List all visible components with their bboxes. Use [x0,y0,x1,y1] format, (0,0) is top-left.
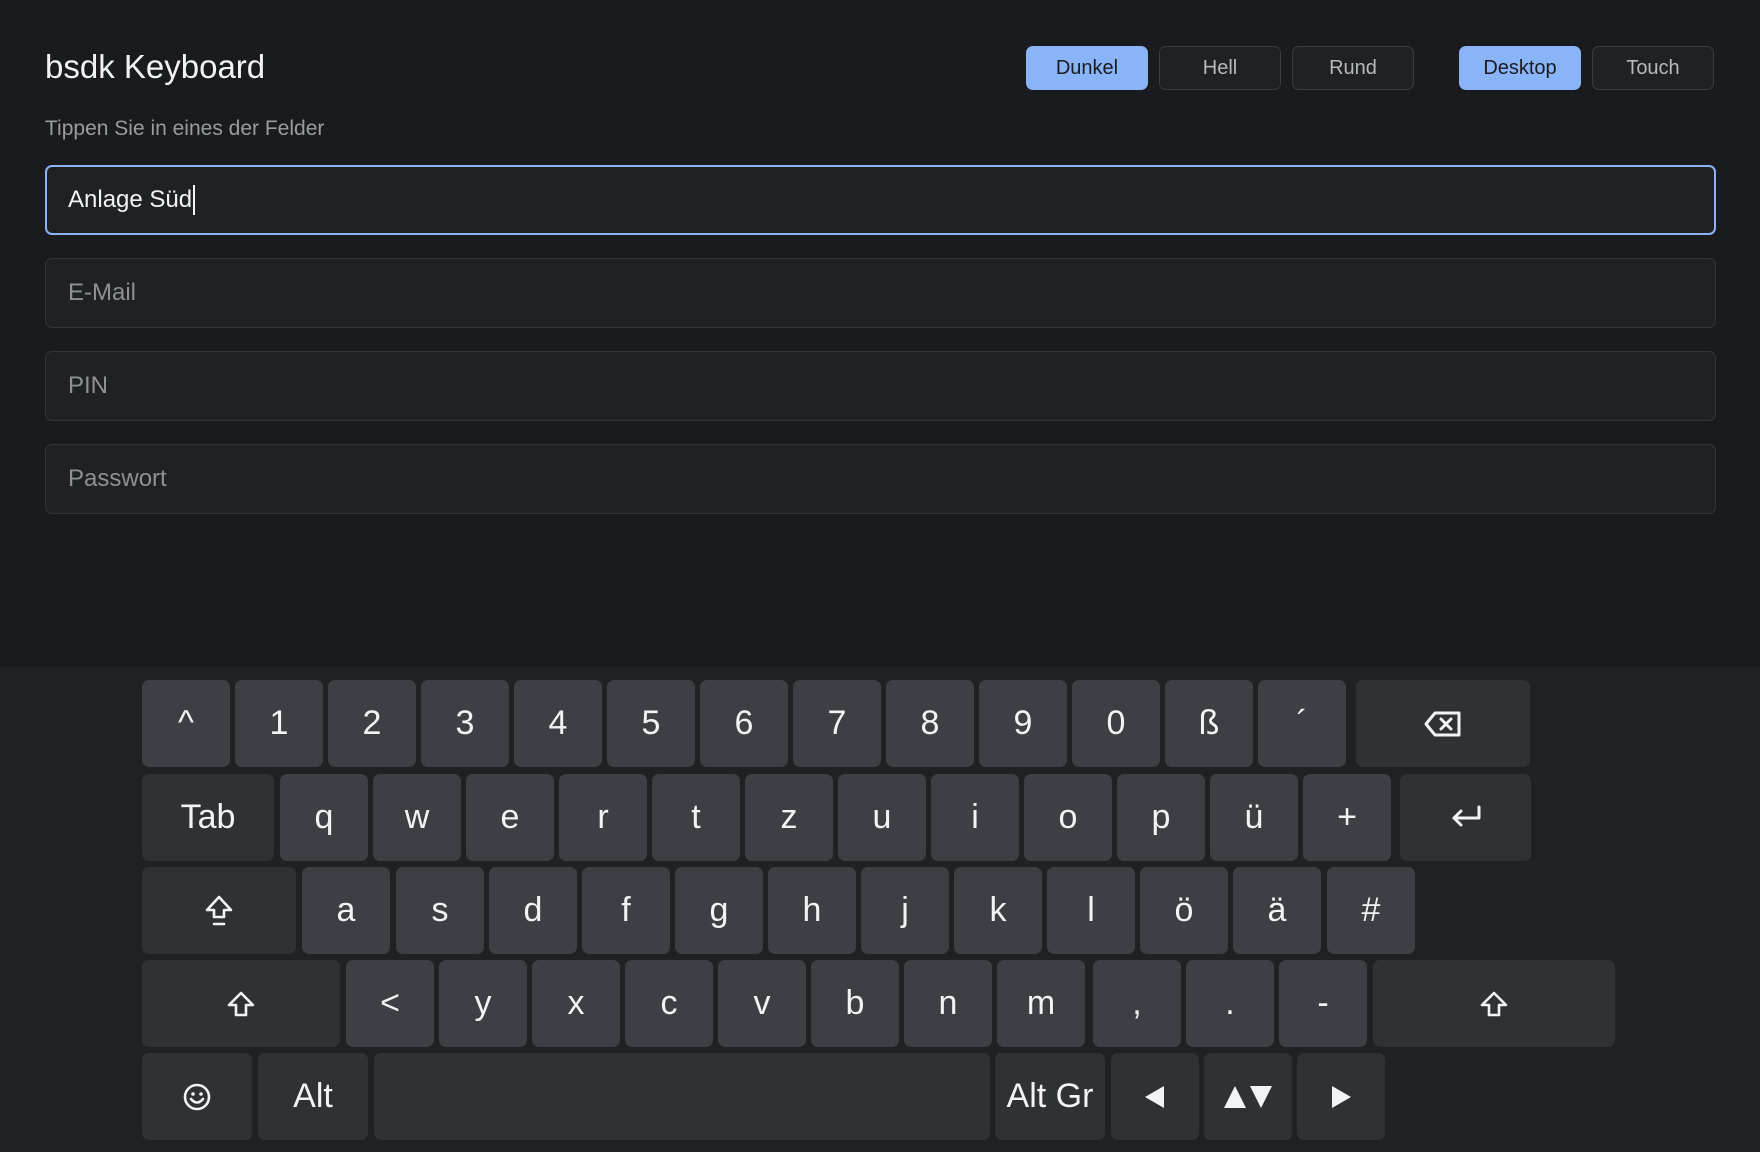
shift-icon [227,991,255,1016]
key[interactable]: h [768,867,856,954]
caps-lock-icon [205,895,233,925]
key[interactable]: c [625,960,713,1047]
pin-field[interactable]: PIN [45,351,1716,421]
key[interactable]: j [861,867,949,954]
arrow-right-icon [1332,1085,1351,1108]
key[interactable]: + [1303,774,1391,861]
caps-lock-key[interactable] [142,867,296,954]
key[interactable]: 2 [328,680,416,767]
key[interactable]: z [745,774,833,861]
key[interactable]: 6 [700,680,788,767]
key[interactable]: ß [1165,680,1253,767]
key[interactable]: m [997,960,1085,1047]
key[interactable]: v [718,960,806,1047]
arrow-up-down-icon [1224,1085,1272,1108]
backspace-icon [1424,711,1461,736]
space-key[interactable] [374,1053,990,1140]
pin-field-placeholder: PIN [68,372,109,399]
key[interactable]: ö [1140,867,1228,954]
page-title: bsdk Keyboard [45,48,266,85]
key[interactable]: e [466,774,554,861]
key[interactable]: 9 [979,680,1067,767]
key[interactable]: x [532,960,620,1047]
enter-key[interactable] [1400,774,1531,861]
arrow-up-down-key[interactable] [1204,1053,1292,1140]
key[interactable]: u [838,774,926,861]
backspace-key[interactable] [1356,680,1530,767]
enter-icon [1452,805,1480,826]
key[interactable]: y [439,960,527,1047]
key[interactable]: 7 [793,680,881,767]
mode-button-touch[interactable]: Touch [1592,46,1714,90]
key[interactable]: ü [1210,774,1298,861]
key[interactable]: 1 [235,680,323,767]
theme-button-dark[interactable]: Dunkel [1026,46,1148,90]
key[interactable]: o [1024,774,1112,861]
alt-key[interactable]: Alt [258,1053,368,1140]
name-field-value: Anlage Süd [68,186,193,213]
arrow-left-icon [1145,1085,1164,1108]
key[interactable]: r [559,774,647,861]
left-shift-key[interactable] [142,960,340,1047]
key[interactable]: # [1327,867,1415,954]
email-field-placeholder: E-Mail [68,279,137,306]
key[interactable]: f [582,867,670,954]
key[interactable]: i [931,774,1019,861]
arrow-left-key[interactable] [1111,1053,1199,1140]
key[interactable]: - [1279,960,1367,1047]
key[interactable]: p [1117,774,1205,861]
emoji-icon [183,1083,211,1110]
key[interactable]: < [346,960,434,1047]
tab-key[interactable]: Tab [142,774,274,861]
key[interactable]: ´ [1258,680,1346,767]
right-shift-key[interactable] [1373,960,1615,1047]
page-subtitle: Tippen Sie in eines der Felder [45,117,325,140]
theme-button-round[interactable]: Rund [1292,46,1414,90]
text-caret [193,185,196,215]
password-field[interactable]: Passwort [45,444,1716,514]
email-field[interactable]: E-Mail [45,258,1716,328]
key[interactable]: 3 [421,680,509,767]
key[interactable]: n [904,960,992,1047]
key[interactable]: 0 [1072,680,1160,767]
key[interactable]: d [489,867,577,954]
emoji-key[interactable] [142,1053,252,1140]
key[interactable]: , [1093,960,1181,1047]
key[interactable]: s [396,867,484,954]
key[interactable]: q [280,774,368,861]
key[interactable]: . [1186,960,1274,1047]
arrow-right-key[interactable] [1297,1053,1385,1140]
name-field[interactable]: Anlage Süd [45,165,1716,235]
key[interactable]: l [1047,867,1135,954]
alt-gr-key[interactable]: Alt Gr [995,1053,1105,1140]
key[interactable]: g [675,867,763,954]
key[interactable]: w [373,774,461,861]
key[interactable]: 4 [514,680,602,767]
on-screen-keyboard: ^ 1 2 3 4 5 6 7 8 9 0 ß ´ Tab q w e r t … [0,667,1760,1152]
key[interactable]: t [652,774,740,861]
key[interactable]: k [954,867,1042,954]
key[interactable]: a [302,867,390,954]
mode-button-desktop[interactable]: Desktop [1459,46,1581,90]
theme-button-light[interactable]: Hell [1159,46,1281,90]
key[interactable]: ^ [142,680,230,767]
password-field-placeholder: Passwort [68,465,167,492]
key[interactable]: 5 [607,680,695,767]
key[interactable]: ä [1233,867,1321,954]
key[interactable]: b [811,960,899,1047]
key[interactable]: 8 [886,680,974,767]
shift-icon [1480,991,1508,1016]
